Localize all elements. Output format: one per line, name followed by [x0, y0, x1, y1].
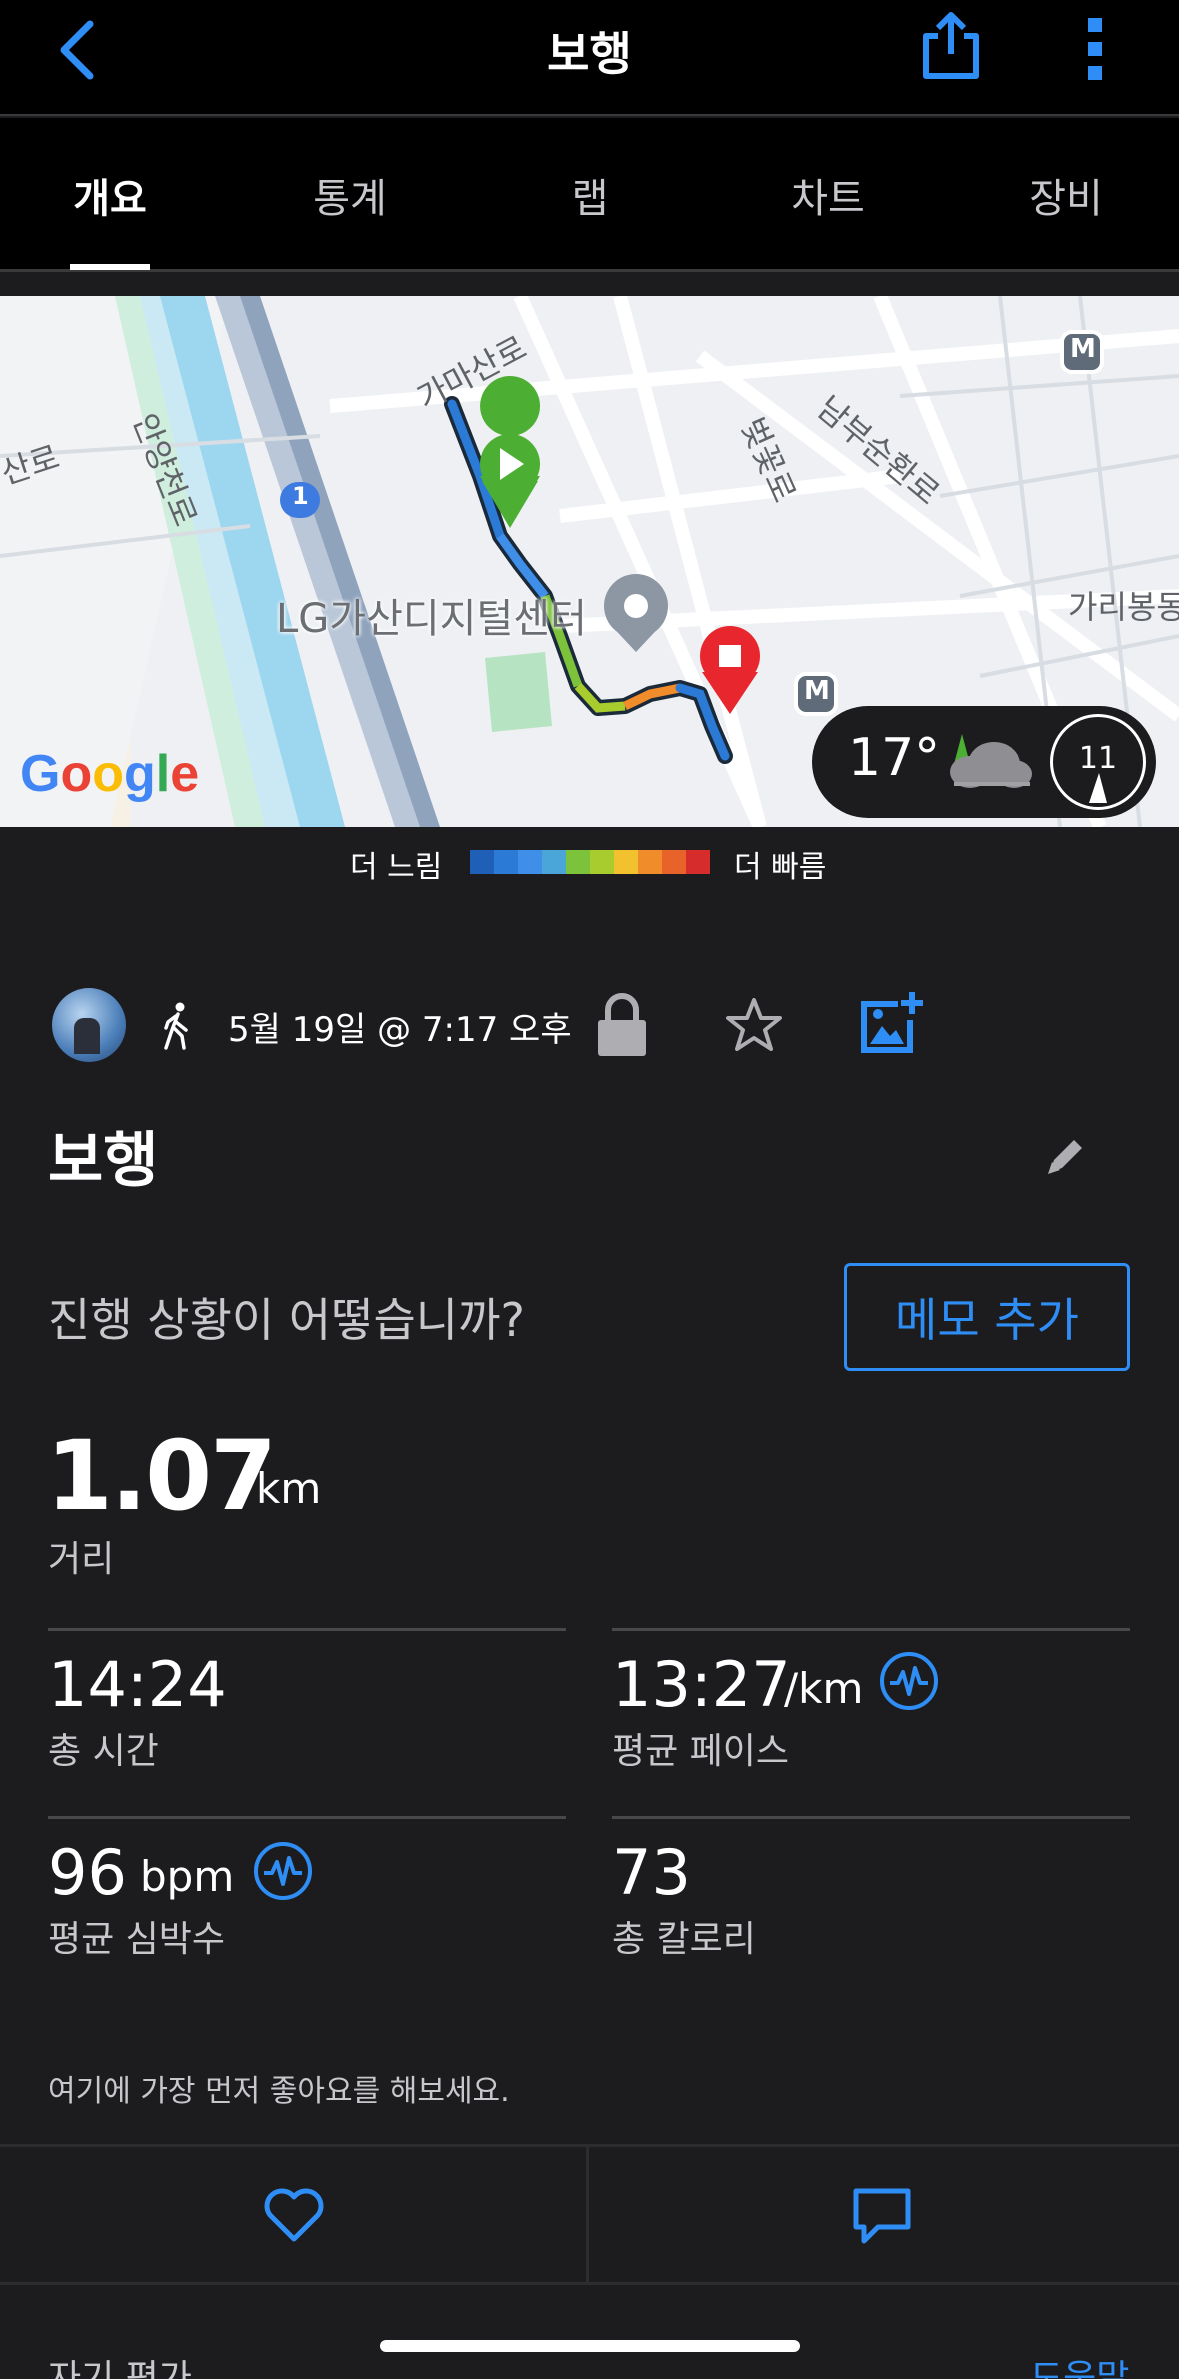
- walking-icon: [164, 1002, 188, 1050]
- map-label-poi: LG가산디지털센터: [276, 596, 587, 642]
- comment-icon[interactable]: [852, 2187, 912, 2245]
- star-icon[interactable]: [724, 996, 784, 1056]
- add-photo-icon[interactable]: [858, 990, 924, 1056]
- social-action-bar: [0, 2144, 1179, 2283]
- page-title: 보행: [547, 27, 632, 81]
- activity-title: 보행: [48, 1126, 159, 1196]
- pace-color-swatch: [614, 850, 638, 874]
- heart-icon[interactable]: [262, 2185, 326, 2245]
- add-memo-button[interactable]: 메모 추가: [844, 1263, 1130, 1371]
- metro-icon: M: [804, 676, 830, 706]
- pace-color-swatch: [686, 850, 710, 874]
- app-header: 보행: [0, 0, 1179, 116]
- tab-stats[interactable]: 통계: [270, 166, 430, 224]
- progress-question: 진행 상황이 어떻습니까?: [48, 1293, 525, 1347]
- distance-value: 1.07: [46, 1420, 277, 1532]
- pace-color-swatch: [518, 850, 542, 874]
- total-time-value: 14:24: [48, 1648, 227, 1721]
- divider: [48, 1628, 566, 1631]
- avg-hr-value: 96: [48, 1836, 127, 1909]
- pace-color-swatch: [662, 850, 686, 874]
- tab-overview[interactable]: 개요: [30, 166, 190, 224]
- active-tab-indicator: [70, 264, 150, 270]
- route-map[interactable]: 가마산로 안양천로 산로 벚꽃로 남부순환로 가리봉동 LG가산디지털센터 1 …: [0, 296, 1179, 827]
- avg-pace-label: 평균 페이스: [612, 1731, 790, 1772]
- more-vertical-icon[interactable]: [1080, 14, 1110, 84]
- home-indicator: [380, 2340, 800, 2352]
- pace-color-swatch: [590, 850, 614, 874]
- wind-speed: 11: [1078, 741, 1118, 776]
- temperature: 17°: [848, 728, 941, 788]
- tab-gear[interactable]: 장비: [986, 166, 1146, 224]
- legend-slow-label: 더 느림: [350, 850, 443, 885]
- pace-color-swatch: [470, 850, 494, 874]
- divider: [586, 2147, 589, 2283]
- weather-badge: 17° 11: [812, 706, 1156, 818]
- distance-label: 거리: [48, 1539, 115, 1580]
- tab-bar: 개요 통계 랩 차트 장비: [0, 118, 1179, 272]
- wind-icon: 11: [1050, 714, 1146, 810]
- divider: [612, 1628, 1130, 1631]
- pace-color-swatch: [638, 850, 662, 874]
- tab-laps[interactable]: 랩: [510, 166, 670, 224]
- route-badge: 1: [292, 482, 309, 510]
- calories-label: 총 칼로리: [612, 1919, 756, 1960]
- pulse-icon[interactable]: [252, 1840, 314, 1902]
- avg-hr-unit: bpm: [140, 1852, 235, 1901]
- share-icon[interactable]: [918, 10, 984, 82]
- avg-pace-value: 13:27: [612, 1648, 791, 1721]
- avg-hr-label: 평균 심박수: [48, 1919, 226, 1960]
- pace-legend: 더 느림 더 빠름: [0, 842, 1179, 885]
- activity-date: 5월 19일 @ 7:17 오후: [228, 1010, 572, 1050]
- distance-unit: km: [256, 1464, 322, 1513]
- cloud-icon: [950, 734, 1032, 788]
- pace-color-swatch: [542, 850, 566, 874]
- avg-pace-unit: /km: [784, 1664, 864, 1713]
- google-logo: Google: [20, 745, 200, 803]
- tab-charts[interactable]: 차트: [748, 166, 908, 224]
- self-eval-label: 자기 평가: [48, 2358, 192, 2379]
- activity-meta-row: 5월 19일 @ 7:17 오후: [0, 980, 1179, 1070]
- pace-color-bar: [470, 850, 710, 874]
- metro-icon: M: [1070, 334, 1096, 364]
- divider: [48, 1816, 566, 1819]
- like-prompt: 여기에 가장 먼저 좋아요를 해보세요.: [48, 2074, 510, 2109]
- help-link[interactable]: 도움말: [1030, 2349, 1129, 2379]
- pace-color-swatch: [566, 850, 590, 874]
- lock-icon[interactable]: [594, 992, 650, 1058]
- legend-fast-label: 더 빠름: [734, 850, 827, 885]
- total-time-label: 총 시간: [48, 1731, 159, 1772]
- calories-value: 73: [612, 1836, 691, 1909]
- self-evaluation-row: 자기 평가 도움말: [0, 2282, 1179, 2379]
- divider: [612, 1816, 1130, 1819]
- map-label-area: 가리봉동: [1068, 588, 1179, 626]
- pencil-icon[interactable]: [1044, 1134, 1088, 1178]
- pace-color-swatch: [494, 850, 518, 874]
- pulse-icon[interactable]: [878, 1650, 940, 1712]
- avatar[interactable]: [52, 988, 126, 1062]
